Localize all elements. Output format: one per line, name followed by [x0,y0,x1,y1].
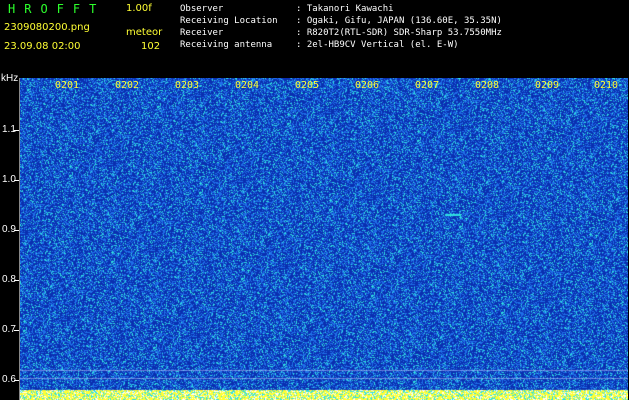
info-key-location: Receiving Location [180,16,278,26]
echo-count: 102 [141,41,161,52]
time-label: 0209 [535,80,560,91]
time-label: 0208 [475,80,500,91]
spectrogram [20,78,628,400]
y-axis-unit: kHz [1,73,19,84]
file-name: 2309080200.png [4,22,90,33]
time-label: 0210 [594,80,619,91]
time-label: 0203 [175,80,200,91]
time-label: 0204 [235,80,260,91]
info-key-antenna: Receiving antenna [180,40,273,50]
time-label: 0206 [355,80,380,91]
info-key-receiver: Receiver [180,28,224,38]
app-name: HROFFT [8,2,106,16]
app-version: 1.00f [126,3,152,14]
header-panel: HROFFT 1.00f 2309080200.png meteor 23.09… [0,0,629,78]
info-key-observer: Observer [180,4,224,14]
time-label: 0207 [415,80,440,91]
info-value-antenna: : 2el-HB9CV Vertical (el. E-W) [296,40,459,50]
time-label: 0205 [295,80,320,91]
mode-label: meteor [126,27,163,38]
info-value-receiver: : R820T2(RTL-SDR) SDR-Sharp 53.7550MHz [296,28,502,38]
time-label: 0202 [115,80,140,91]
info-value-observer: : Takanori Kawachi [296,4,394,14]
date-time: 23.09.08 02:00 [4,41,81,52]
time-label: 0201 [55,80,80,91]
info-value-location: : Ogaki, Gifu, JAPAN (136.60E, 35.35N) [296,16,502,26]
